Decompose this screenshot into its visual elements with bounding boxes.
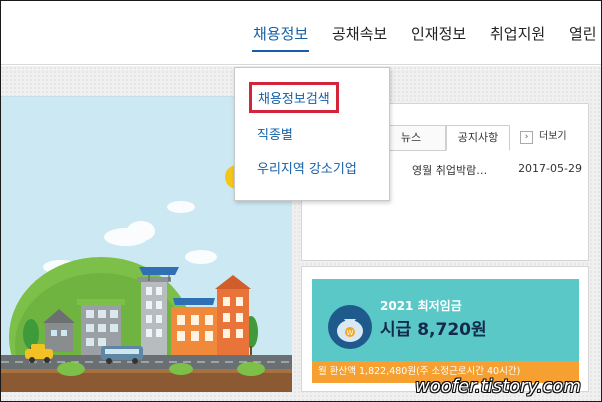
more-label: 더보기 [539,131,567,142]
notice-date: 2017-05-29 [518,162,582,175]
nav-item-recruit-news[interactable]: 공채속보 [332,23,387,44]
watermark-text: woofer.tistory.com [415,376,581,397]
nav-item-job-info[interactable]: 채용정보 [251,23,310,52]
solar-panel-icon [139,267,179,275]
wage-amount: 시급 8,720원 [380,320,487,340]
nav-item-open[interactable]: 열린 [569,23,597,44]
solar-panel-icon [173,298,215,305]
chevron-right-icon: › [520,130,533,144]
minimum-wage-banner[interactable]: W 2021 최저임금 시급 8,720원 월 환산액 1,822,480원(주… [312,279,579,383]
nav-item-job-support[interactable]: 취업지원 [490,23,545,44]
wage-panel: W 2021 최저임금 시급 8,720원 월 환산액 1,822,480원(주… [301,266,589,392]
tab-notices-label: 공지사항 [457,131,499,144]
svg-text:W: W [347,329,354,337]
tab-news-label: 뉴스 [400,131,422,144]
top-navigation: 채용정보 공채속보 인재정보 취업지원 열린 [1,1,601,65]
dropdown-item-by-occupation[interactable]: 직종별 [257,124,293,143]
more-button[interactable]: › 더보기 [520,127,567,147]
nav-item-talent-info[interactable]: 인재정보 [411,23,466,44]
dropdown-item-local-strong-companies[interactable]: 우리지역 강소기업 [257,158,357,177]
dropdown-item-job-search[interactable]: 채용정보검색 [249,82,339,113]
screenshot-frame: 채용정보 공채속보 인재정보 취업지원 열린 뉴스 공지사항 › 더보기 영월 … [0,0,602,402]
wage-year-label: 2021 최저임금 [380,299,462,313]
job-info-dropdown: 채용정보검색 직종별 우리지역 강소기업 [234,67,390,201]
money-bag-icon: W [328,305,372,349]
tab-notices[interactable]: 공지사항 [446,125,510,151]
